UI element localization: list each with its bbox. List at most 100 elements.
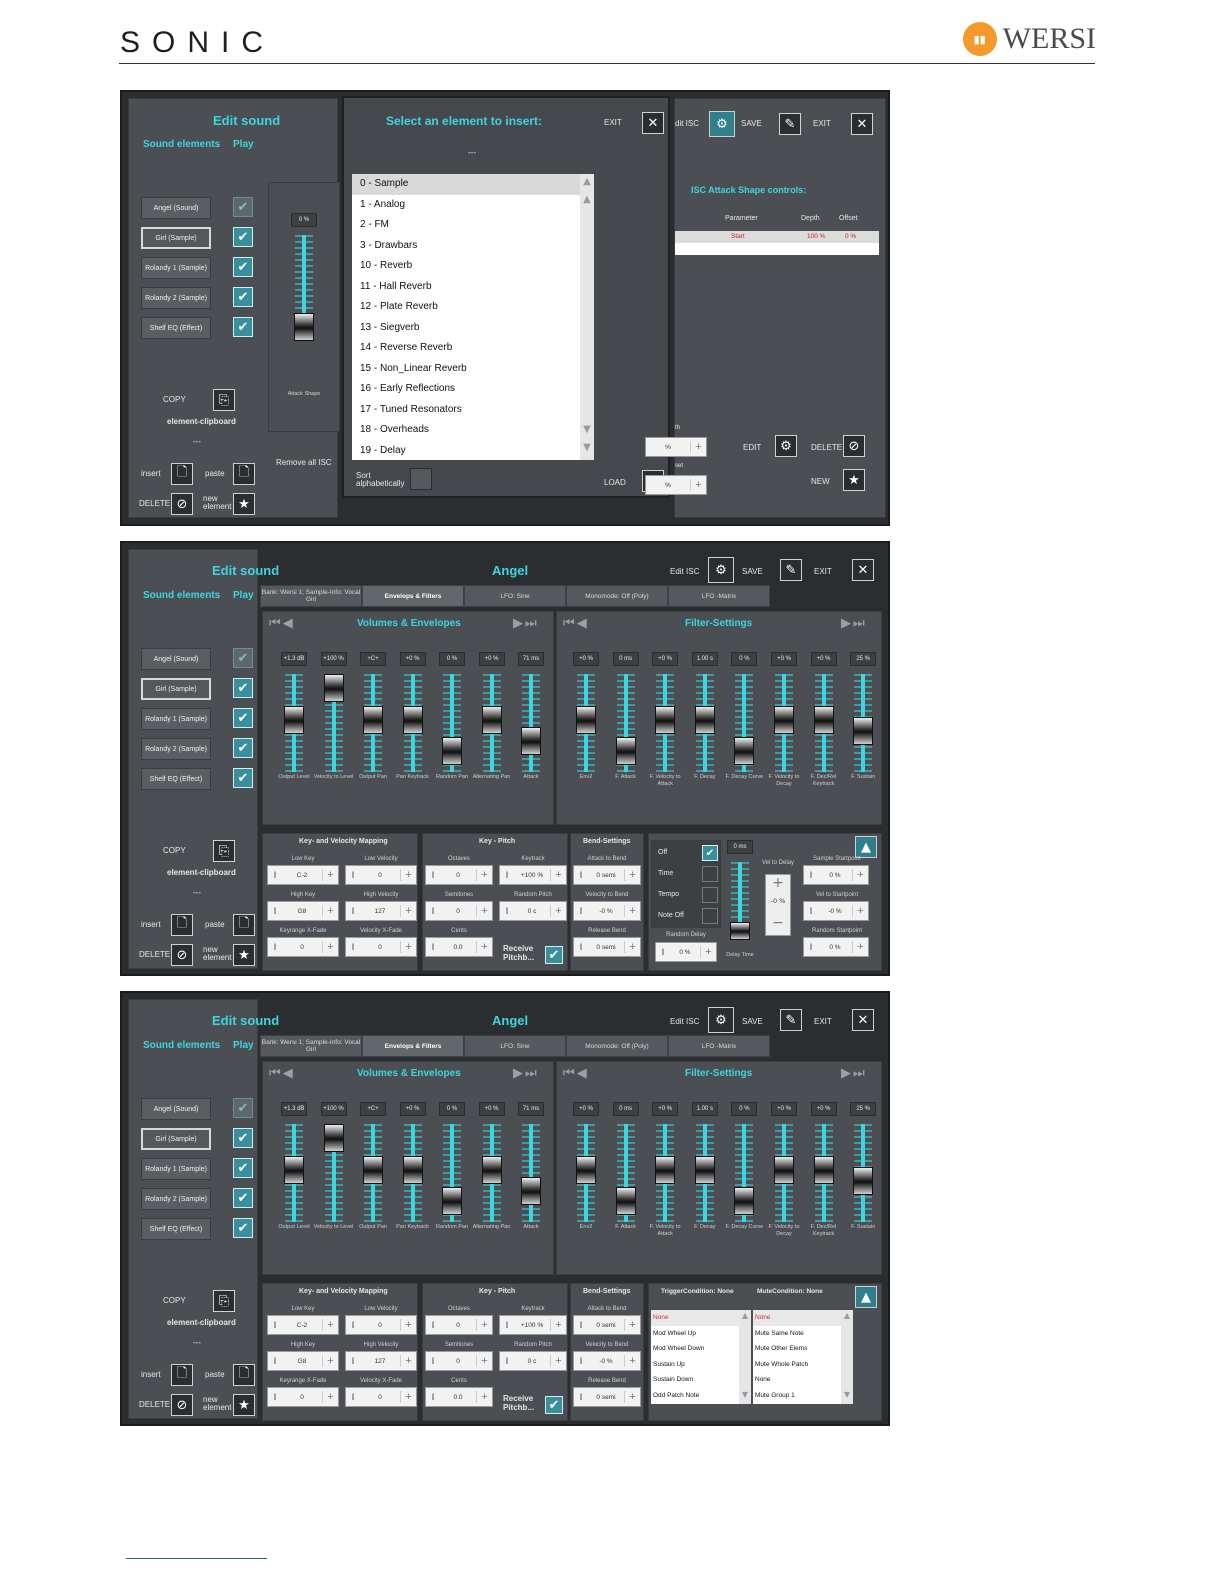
volume-slider-6-knob[interactable] (521, 726, 541, 755)
play-checkbox-1[interactable]: ✔ (233, 678, 253, 698)
scroll-up-icon[interactable]: ▲ (580, 176, 594, 188)
tab-1[interactable]: Envelops & Filters (362, 585, 464, 607)
plus-icon[interactable]: + (476, 941, 492, 953)
play-checkbox-4[interactable]: ✔ (233, 1218, 253, 1238)
element-type-list[interactable]: 0 - Sample 1 - Analog 2 - FM 3 - Drawbar… (352, 174, 594, 460)
minus-icon[interactable]: I (574, 870, 588, 880)
filter-slider-5[interactable]: +0 % F. Velocity to Decay (767, 1102, 801, 1272)
volume-slider-6-knob[interactable] (521, 1176, 541, 1205)
filter-slider-1-knob[interactable] (615, 1187, 636, 1215)
tab-2[interactable]: LFO: Sine (464, 1035, 566, 1057)
sample_startpoint-control[interactable]: I 0 % + (803, 865, 869, 885)
bend-control-0[interactable]: I 0 semi + (573, 865, 641, 885)
kv-control-1[interactable]: I 0 + (345, 865, 417, 885)
sort-checkbox[interactable] (410, 468, 432, 490)
delay-knob[interactable] (730, 922, 750, 940)
tab-3[interactable]: Monomode: Off (Poly) (566, 585, 668, 607)
isc-gear-icon[interactable]: ⚙ (709, 111, 735, 137)
filter-slider-7[interactable]: 25 % F. Sustain (846, 1102, 880, 1272)
save-pencil-icon[interactable]: ✎ (780, 559, 802, 581)
volume-slider-1[interactable]: +100 % Velocity to Level (314, 1102, 353, 1272)
filter-next-arrows-icon[interactable]: ▶⏭ (841, 616, 867, 631)
element-rolandy2[interactable]: Rolandy 2 (Sample) (141, 287, 211, 309)
random_startpoint-control[interactable]: I 0 % + (803, 937, 869, 957)
plus-icon[interactable]: + (322, 941, 338, 953)
volume-slider-3[interactable]: +0 % Pan Keytrack (396, 652, 430, 822)
play-checkbox-3[interactable]: ✔ (233, 1188, 253, 1208)
plus-icon[interactable]: + (476, 869, 492, 881)
element-girl[interactable]: Girl (Sample) (141, 1128, 211, 1150)
isc-new-star-icon[interactable]: ★ (843, 469, 865, 491)
copy-icon[interactable]: ⎘ (213, 1290, 235, 1312)
exit-close-icon[interactable]: ✕ (852, 559, 874, 581)
list-item[interactable]: 14 - Reverse Reverb (352, 338, 594, 359)
filter-slider-3-knob[interactable] (694, 705, 715, 734)
list-item[interactable]: Mod Wheel Down (651, 1341, 751, 1357)
kv-control-3[interactable]: I 127 + (345, 1351, 417, 1371)
kv-control-2[interactable]: I G8 + (267, 1351, 339, 1371)
element-rolandy1[interactable]: Rolandy 1 (Sample) (141, 257, 211, 279)
volume-slider-0[interactable]: +1.3 dB Output Level (277, 1102, 311, 1272)
collapse-arrow-icon[interactable]: ▲ (855, 836, 877, 858)
kp-control-1[interactable]: I +100 % + (499, 865, 567, 885)
filter-slider-2-knob[interactable] (655, 1155, 676, 1184)
kp-control-3[interactable]: I 0 c + (499, 901, 567, 921)
filter-slider-6-knob[interactable] (813, 705, 834, 734)
filter-slider-0-knob[interactable] (576, 1155, 596, 1184)
list-item[interactable]: Sustain Up (651, 1357, 751, 1373)
filter-slider-4-knob[interactable] (734, 737, 755, 765)
list-item[interactable]: 15 - Non_Linear Reverb (352, 359, 594, 380)
element-rolandy2[interactable]: Rolandy 2 (Sample) (141, 1188, 211, 1210)
element-shelf-eq[interactable]: Shelf EQ (Effect) (141, 1218, 211, 1240)
plus-icon[interactable]: + (400, 1355, 416, 1367)
volume-slider-5[interactable]: +0 % Alternating Pan (473, 652, 510, 822)
trigger-checkbox-0[interactable]: ✔ (702, 845, 718, 861)
plus-icon[interactable]: + (550, 1319, 566, 1331)
filter-prev-arrows-icon[interactable]: ⏮◀ (563, 616, 589, 631)
volume-slider-0[interactable]: +1.3 dB Output Level (277, 652, 311, 822)
minus-icon[interactable]: I (346, 870, 360, 880)
plus-icon[interactable]: + (476, 905, 492, 917)
volume-slider-1[interactable]: +100 % Velocity to Level (314, 652, 353, 822)
element-rolandy1[interactable]: Rolandy 1 (Sample) (141, 708, 211, 730)
list-item[interactable]: 19 - Delay (352, 441, 594, 461)
tab-4[interactable]: LFO -Matrix (668, 1035, 770, 1057)
filter-slider-6[interactable]: +0 % F. Dec/Rel Keytrack (807, 652, 841, 822)
kp-control-2[interactable]: I 0 + (425, 1351, 493, 1371)
volume-slider-0-knob[interactable] (284, 705, 304, 734)
minus-icon[interactable]: I (574, 1392, 588, 1402)
element-angel[interactable]: Angel (Sound) (141, 197, 211, 219)
list-item[interactable]: 17 - Tuned Resonators (352, 400, 594, 421)
list-item[interactable]: 12 - Plate Reverb (352, 297, 594, 318)
plus-icon[interactable]: + (400, 1319, 416, 1331)
filter-slider-6[interactable]: +0 % F. Dec/Rel Keytrack (807, 1102, 841, 1272)
plus-icon[interactable]: + (700, 946, 716, 958)
filter-slider-1[interactable]: 0 ms F. Attack (609, 1102, 643, 1272)
play-checkbox-angel[interactable]: ✔ (233, 197, 253, 217)
tab-1[interactable]: Envelops & Filters (362, 1035, 464, 1057)
play-checkbox-0[interactable]: ✔ (233, 1098, 253, 1118)
volume-slider-2[interactable]: +C+ Output Pan (356, 1102, 390, 1272)
exit-close-icon[interactable]: ✕ (851, 113, 873, 135)
delete-icon[interactable]: ⊘ (171, 944, 193, 966)
delay-time-slider[interactable]: 0 ms Delay Time (723, 840, 757, 960)
plus-icon[interactable]: + (322, 1391, 338, 1403)
list-item[interactable]: Mute Whole Patch (753, 1357, 853, 1373)
play-checkbox-4[interactable]: ✔ (233, 768, 253, 788)
minus-icon[interactable]: I (574, 1320, 588, 1330)
attack-shape-slider[interactable]: 0 % Attack Shape (287, 213, 321, 397)
play-checkbox-rolandy2[interactable]: ✔ (233, 287, 253, 307)
new-element-star-icon[interactable]: ★ (233, 944, 255, 966)
list-item[interactable]: Sustain Down (651, 1372, 751, 1388)
tab-0[interactable]: Bank: Wersi 1; Sample-Info: Vocal Girl (260, 585, 362, 607)
volume-slider-6[interactable]: 71 ms Attack (514, 652, 548, 822)
scroll-down-icon[interactable]: ▼ (580, 442, 594, 454)
minus-icon[interactable]: I (426, 1356, 440, 1366)
plus-icon[interactable]: + (550, 1355, 566, 1367)
minus-icon[interactable]: I (500, 906, 514, 916)
filter-slider-3[interactable]: 1.00 s F. Decay (688, 1102, 722, 1272)
minus-icon[interactable]: I (426, 942, 440, 952)
filter-slider-0[interactable]: +0 % Env2 (569, 652, 603, 822)
dialog-close-icon[interactable]: ✕ (642, 112, 664, 134)
plus-icon[interactable]: + (322, 905, 338, 917)
